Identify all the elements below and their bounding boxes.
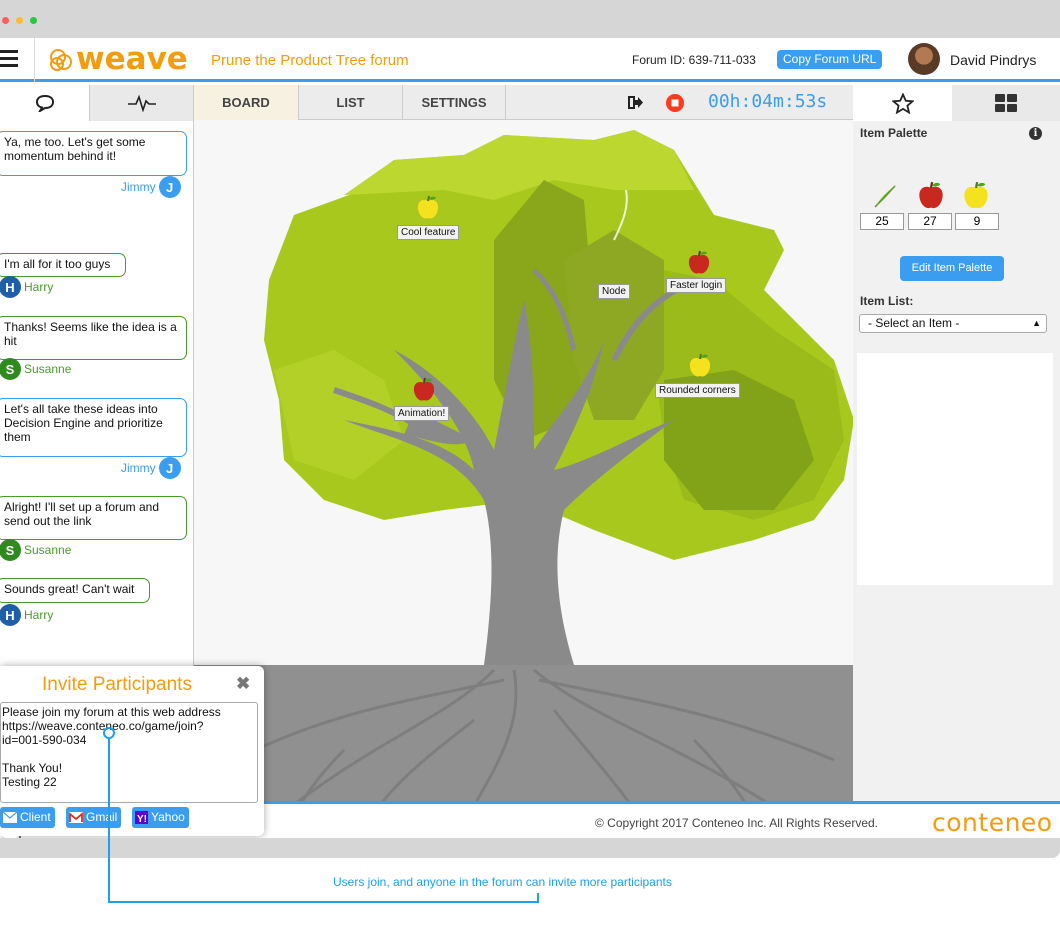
sender-name: Susanne bbox=[24, 543, 72, 557]
chat-sender: H Harry bbox=[0, 276, 53, 298]
sender-badge: H bbox=[0, 276, 21, 298]
sender-badge: H bbox=[0, 604, 21, 626]
tab-settings[interactable]: SETTINGS bbox=[403, 85, 506, 120]
chat-sender: Jimmy J bbox=[121, 176, 181, 198]
tab-list[interactable]: LIST bbox=[299, 85, 403, 120]
gmail-icon bbox=[69, 812, 83, 823]
logo-text: weave bbox=[76, 41, 188, 77]
chat-sender: Jimmy J bbox=[121, 457, 181, 479]
sender-name: Harry bbox=[24, 608, 54, 622]
stop-icon[interactable] bbox=[665, 93, 685, 113]
board-item-label[interactable]: Cool feature bbox=[397, 225, 460, 240]
invite-title: Invite Participants bbox=[42, 674, 192, 695]
tab-grid[interactable] bbox=[952, 85, 1060, 121]
board-item-label[interactable]: Node bbox=[598, 284, 630, 299]
red-apple-icon[interactable] bbox=[687, 250, 711, 276]
yellow-apple-icon[interactable] bbox=[416, 195, 440, 221]
palette-title: Item Palette bbox=[860, 126, 928, 140]
sender-badge: J bbox=[158, 457, 181, 479]
item-select[interactable]: - Select an Item - ▲ bbox=[859, 314, 1047, 333]
copyright: © Copyright 2017 Conteneo Inc. All Right… bbox=[595, 816, 878, 830]
app: weave Prune the Product Tree forum Forum… bbox=[0, 38, 1060, 838]
conteneo-logo: conteneo bbox=[932, 808, 1053, 837]
activity-icon bbox=[127, 94, 156, 112]
annotation-caption: Users join, and anyone in the forum can … bbox=[333, 875, 672, 889]
left-tabs bbox=[0, 85, 194, 121]
chat-message: Thanks! Seems like the idea is a hit bbox=[0, 316, 187, 360]
window-controls bbox=[2, 17, 37, 24]
sender-name: Susanne bbox=[24, 362, 72, 376]
item-palette-panel: Item Palette i 25 27 9 Edit Item Palette… bbox=[853, 121, 1060, 801]
tab-palette[interactable] bbox=[853, 85, 952, 121]
weave-logo-icon bbox=[50, 48, 72, 71]
sender-badge: S bbox=[0, 539, 21, 561]
exit-icon[interactable] bbox=[628, 95, 644, 110]
chat-sender: S Susanne bbox=[0, 539, 71, 561]
yellow-apple-icon[interactable] bbox=[962, 181, 990, 211]
tab-chat[interactable] bbox=[0, 85, 90, 121]
board-item-label[interactable]: Animation! bbox=[394, 406, 450, 421]
email-client-button[interactable]: Client bbox=[0, 807, 55, 828]
tab-board[interactable]: BOARD bbox=[194, 85, 299, 120]
annotation-connector-end bbox=[537, 893, 539, 903]
minimize-dot[interactable] bbox=[16, 17, 23, 24]
user-name[interactable]: David Pindrys bbox=[950, 52, 1036, 68]
chat-message: Alright! I'll set up a forum and send ou… bbox=[0, 496, 187, 540]
sender-name: Jimmy bbox=[121, 180, 156, 194]
red-apple-icon[interactable] bbox=[412, 377, 436, 403]
forum-title: Prune the Product Tree forum bbox=[211, 52, 409, 69]
yellow-apple-icon[interactable] bbox=[688, 353, 712, 379]
user-avatar[interactable] bbox=[908, 43, 940, 75]
chat-icon bbox=[35, 94, 54, 112]
timer: 00h:04m:53s bbox=[708, 91, 828, 112]
dialog-pointer bbox=[0, 834, 20, 838]
right-tabs bbox=[853, 85, 1060, 121]
menu-icon[interactable] bbox=[0, 50, 18, 71]
close-dot[interactable] bbox=[2, 17, 9, 24]
edit-item-palette-button[interactable]: Edit Item Palette bbox=[900, 256, 1004, 281]
header: weave Prune the Product Tree forum Forum… bbox=[0, 38, 1060, 82]
chat-sender: S Susanne bbox=[0, 358, 71, 380]
star-icon bbox=[891, 92, 914, 114]
chat-message: Sounds great! Can't wait bbox=[0, 578, 150, 603]
board-canvas[interactable]: Cool feature Node Faster login Rounded c… bbox=[194, 120, 853, 838]
palette-count-leaf: 25 bbox=[860, 213, 904, 230]
grid-icon bbox=[995, 94, 1017, 112]
maximize-dot[interactable] bbox=[30, 17, 37, 24]
close-icon[interactable]: ✖ bbox=[236, 674, 250, 694]
palette-count-yellow-apple: 9 bbox=[955, 213, 999, 230]
board-item-label[interactable]: Rounded corners bbox=[655, 383, 740, 398]
copy-forum-url-button[interactable]: Copy Forum URL bbox=[777, 50, 883, 69]
envelope-icon bbox=[3, 812, 17, 823]
chat-message: Let's all take these ideas into Decision… bbox=[0, 398, 187, 457]
chat-sender: H Harry bbox=[0, 604, 53, 626]
sender-badge: J bbox=[158, 176, 181, 198]
window-frame: weave Prune the Product Tree forum Forum… bbox=[0, 0, 1060, 858]
red-apple-icon[interactable] bbox=[917, 181, 945, 211]
sender-name: Harry bbox=[24, 280, 54, 294]
chat-message: I'm all for it too guys bbox=[0, 253, 126, 277]
info-icon[interactable]: i bbox=[1029, 127, 1042, 140]
item-list-title: Item List: bbox=[860, 294, 914, 308]
palette-count-red-apple: 27 bbox=[908, 213, 952, 230]
annotation-marker bbox=[103, 727, 115, 739]
forum-id: Forum ID: 639-711-033 bbox=[632, 53, 756, 67]
board-item-label[interactable]: Faster login bbox=[666, 278, 727, 293]
sender-name: Jimmy bbox=[121, 461, 156, 475]
logo: weave bbox=[48, 44, 188, 75]
item-select-value: - Select an Item - bbox=[868, 316, 960, 330]
leaf-icon[interactable] bbox=[872, 183, 898, 209]
client-label: Client bbox=[20, 810, 51, 824]
chat-message: Ya, me too. Let's get some momentum behi… bbox=[0, 131, 187, 176]
select-arrow-icon: ▲ bbox=[1032, 318, 1041, 328]
item-list bbox=[857, 353, 1053, 585]
board-tabs: BOARD LIST SETTINGS 00h:04m:53s bbox=[194, 85, 853, 120]
sender-badge: S bbox=[0, 358, 21, 380]
tab-activity[interactable] bbox=[90, 85, 194, 121]
tree-illustration bbox=[194, 130, 853, 838]
